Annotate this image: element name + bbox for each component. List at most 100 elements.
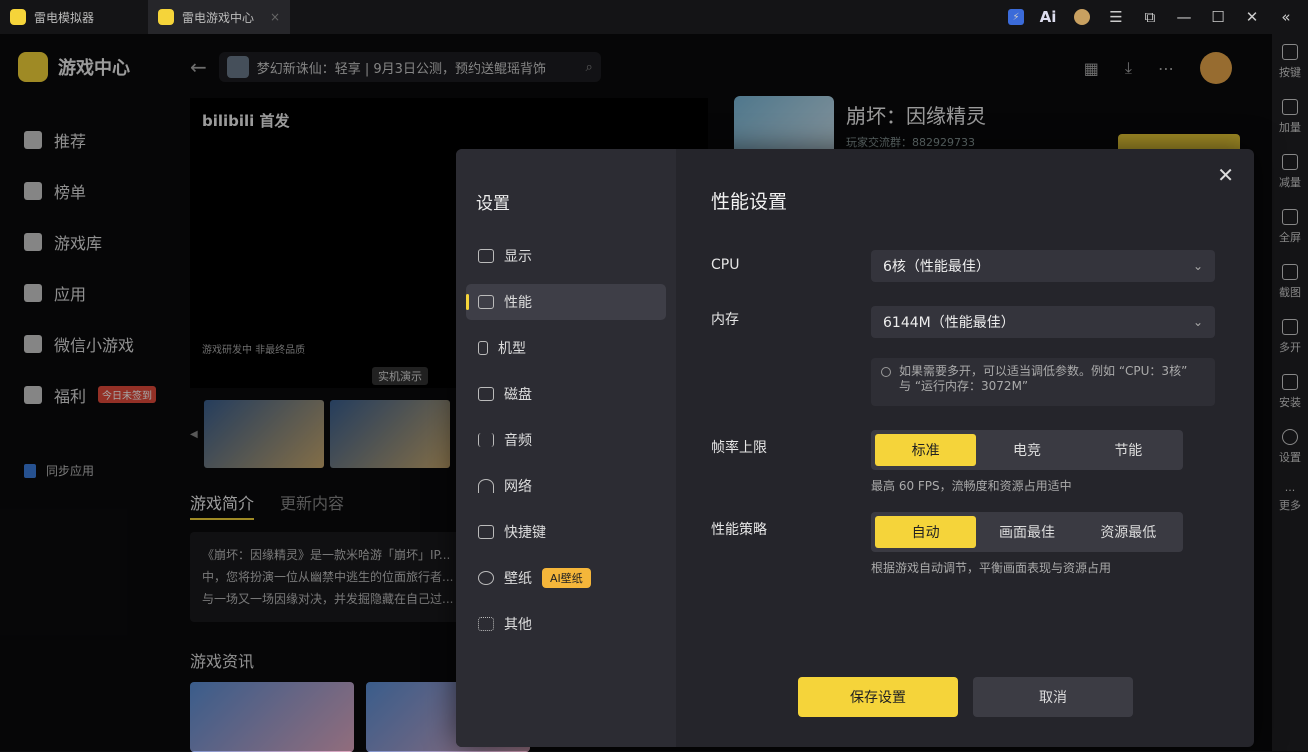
menu-label: 其他: [504, 617, 532, 633]
memory-select[interactable]: 6144M（性能最佳） ⌄: [871, 306, 1215, 338]
toolbar-label: 更多: [1279, 499, 1301, 512]
fullscreen-icon: [1282, 209, 1298, 225]
save-button[interactable]: 保存设置: [798, 677, 958, 717]
menu-icon[interactable]: ☰: [1106, 7, 1126, 27]
toolbar-multi[interactable]: 多开: [1279, 319, 1301, 374]
volume-down-icon: [1282, 154, 1298, 170]
title-bar: 雷电模拟器 雷电游戏中心 × ⚡ Ai ☰ ⧉ — ☐ ✕ «: [0, 0, 1308, 34]
toolbar-label: 加量: [1279, 121, 1301, 134]
menu-item-performance[interactable]: 性能: [466, 284, 666, 320]
menu-label: 快捷键: [504, 525, 546, 541]
lightning-icon[interactable]: ⚡: [1008, 9, 1024, 25]
menu-item-disk[interactable]: 磁盘: [466, 376, 666, 412]
dialog-close-icon[interactable]: ✕: [1217, 163, 1234, 187]
settings-title: 设置: [476, 194, 510, 214]
toolbar-volume-down[interactable]: 减量: [1279, 154, 1301, 209]
maximize-icon[interactable]: ☐: [1208, 7, 1228, 27]
palette-icon: [478, 571, 494, 585]
toolbar-label: 减量: [1279, 176, 1301, 189]
tab-close-icon[interactable]: ×: [270, 10, 280, 24]
cpu-label: CPU: [711, 257, 740, 273]
chevron-down-icon: ⌄: [1192, 259, 1203, 273]
toolbar-label: 安装: [1279, 396, 1301, 409]
fps-option-esports[interactable]: 电竞: [976, 434, 1077, 466]
audio-icon: [478, 433, 494, 447]
gear-icon: [1282, 429, 1298, 445]
strategy-note: 根据游戏自动调节，平衡画面表现与资源占用: [871, 561, 1112, 575]
toolbar-label: 多开: [1279, 341, 1301, 354]
disk-icon: [478, 387, 494, 401]
ai-wallpaper-badge: AI壁纸: [542, 568, 591, 588]
apk-icon: [1282, 374, 1298, 390]
tab-emulator[interactable]: 雷电模拟器: [0, 0, 146, 34]
settings-dialog: 设置 显示 性能 机型 磁盘 音频 网络 快捷键 壁纸 AI壁纸 其他 性能设置 …: [456, 149, 1254, 747]
tab-game-center[interactable]: 雷电游戏中心 ×: [148, 0, 290, 34]
menu-item-wallpaper[interactable]: 壁纸 AI壁纸: [466, 560, 666, 596]
toolbar-label: 截图: [1279, 286, 1301, 299]
info-icon: [881, 367, 891, 377]
toolbar-label: 按键: [1279, 66, 1301, 79]
menu-label: 网络: [504, 479, 532, 495]
toolbar-more[interactable]: ··· 更多: [1279, 484, 1301, 539]
close-icon[interactable]: ✕: [1242, 7, 1262, 27]
user-icon[interactable]: [1072, 7, 1092, 27]
menu-label: 壁纸: [504, 571, 532, 587]
keyboard-icon: [478, 525, 494, 539]
panel-title: 性能设置: [711, 191, 788, 213]
menu-item-model[interactable]: 机型: [466, 330, 666, 366]
menu-item-shortcuts[interactable]: 快捷键: [466, 514, 666, 550]
menu-label: 磁盘: [504, 387, 532, 403]
phone-icon: [478, 341, 488, 355]
toolbar-settings[interactable]: 设置: [1279, 429, 1301, 484]
minimize-icon[interactable]: —: [1174, 7, 1194, 27]
settings-menu-panel: 设置 显示 性能 机型 磁盘 音频 网络 快捷键 壁纸 AI壁纸 其他: [456, 149, 676, 747]
toolbar-fullscreen[interactable]: 全屏: [1279, 209, 1301, 264]
menu-item-display[interactable]: 显示: [466, 238, 666, 274]
toolbar-label: 全屏: [1279, 231, 1301, 244]
fps-segmented: 标准 电竞 节能: [871, 430, 1183, 470]
cancel-button[interactable]: 取消: [973, 677, 1133, 717]
volume-up-icon: [1282, 99, 1298, 115]
menu-label: 机型: [498, 341, 526, 357]
game-center-logo-icon: [158, 9, 174, 25]
grid-icon: [478, 617, 494, 631]
keyboard-icon: [1282, 44, 1298, 60]
popout-icon[interactable]: ⧉: [1140, 7, 1160, 27]
toolbar-keymap[interactable]: 按键: [1279, 44, 1301, 99]
cpu-select[interactable]: 6核（性能最佳） ⌄: [871, 250, 1215, 282]
strategy-option-auto[interactable]: 自动: [875, 516, 977, 548]
scissors-icon: [1282, 264, 1298, 280]
toolbar-install[interactable]: 安装: [1279, 374, 1301, 429]
toolbar-volume-up[interactable]: 加量: [1279, 99, 1301, 154]
multi-instance-hint: 如果需要多开，可以适当调低参数。例如 “CPU：3核” 与 “运行内存：3072…: [871, 358, 1215, 406]
settings-menu: 显示 性能 机型 磁盘 音频 网络 快捷键 壁纸 AI壁纸 其他: [466, 238, 666, 652]
right-toolbar: 按键 加量 减量 全屏 截图 多开 安装 设置 ··· 更多: [1272, 34, 1308, 751]
menu-item-other[interactable]: 其他: [466, 606, 666, 642]
fps-label: 帧率上限: [711, 440, 767, 456]
chevron-down-icon: ⌄: [1192, 315, 1203, 329]
performance-panel: 性能设置 ✕ CPU 6核（性能最佳） ⌄ 内存 6144M（性能最佳） ⌄ 如果需…: [676, 149, 1254, 747]
menu-item-audio[interactable]: 音频: [466, 422, 666, 458]
fps-option-standard[interactable]: 标准: [875, 434, 977, 466]
emulator-logo-icon: [10, 9, 26, 25]
tab-label: 雷电游戏中心: [182, 10, 255, 25]
strategy-option-quality[interactable]: 画面最佳: [976, 516, 1077, 548]
tab-label: 雷电模拟器: [34, 10, 95, 25]
menu-label: 性能: [504, 295, 532, 311]
menu-label: 显示: [504, 249, 532, 265]
monitor-icon: [478, 249, 494, 263]
ai-icon[interactable]: Ai: [1038, 7, 1058, 27]
memory-value: 6144M（性能最佳）: [883, 315, 1015, 331]
hint-text: 如果需要多开，可以适当调低参数。例如 “CPU：3核” 与 “运行内存：3072…: [899, 364, 1188, 393]
more-dots-icon: ···: [1284, 484, 1296, 497]
strategy-segmented: 自动 画面最佳 资源最低: [871, 512, 1183, 552]
memory-label: 内存: [711, 312, 739, 328]
fps-option-eco[interactable]: 节能: [1078, 434, 1179, 466]
menu-item-network[interactable]: 网络: [466, 468, 666, 504]
wifi-icon: [478, 479, 494, 493]
fps-note: 最高 60 FPS，流畅度和资源占用适中: [871, 479, 1072, 493]
strategy-option-lowres[interactable]: 资源最低: [1078, 516, 1179, 548]
multi-instance-icon: [1282, 319, 1298, 335]
collapse-icon[interactable]: «: [1276, 7, 1296, 27]
toolbar-screenshot[interactable]: 截图: [1279, 264, 1301, 319]
